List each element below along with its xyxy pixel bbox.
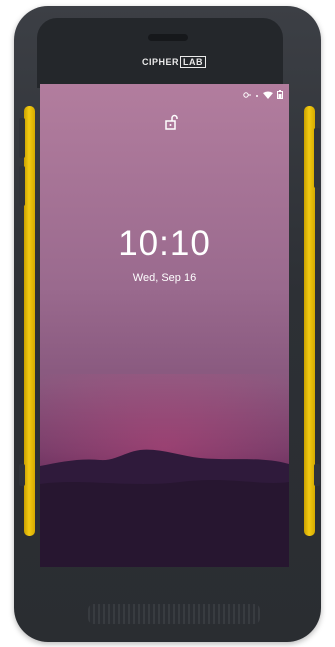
volume-up-button[interactable] — [19, 118, 25, 158]
dot-icon — [256, 94, 258, 97]
brand-prefix: CIPHER — [142, 57, 180, 67]
lock-screen-clock: 10:10 — [118, 224, 211, 263]
unlocked-padlock-icon[interactable] — [164, 114, 180, 130]
vpn-key-icon — [243, 91, 251, 98]
side-scan-button[interactable] — [19, 464, 25, 486]
brand-suffix: LAB — [180, 56, 207, 68]
brand-logo: CIPHER LAB — [142, 56, 207, 68]
status-bar — [243, 90, 283, 99]
power-button[interactable] — [314, 128, 320, 188]
wifi-icon — [263, 91, 273, 99]
bottom-speaker-grille — [88, 604, 260, 624]
earpiece — [148, 34, 188, 41]
mountain-silhouette — [40, 449, 289, 567]
left-bumper — [24, 106, 35, 536]
battery-icon — [277, 90, 283, 99]
top-bezel — [37, 18, 283, 88]
lock-screen-date: Wed, Sep 16 — [132, 272, 197, 284]
volume-down-button[interactable] — [19, 166, 25, 206]
right-scan-button[interactable] — [314, 464, 320, 486]
lock-screen[interactable]: 10:10 Wed, Sep 16 — [40, 84, 289, 567]
